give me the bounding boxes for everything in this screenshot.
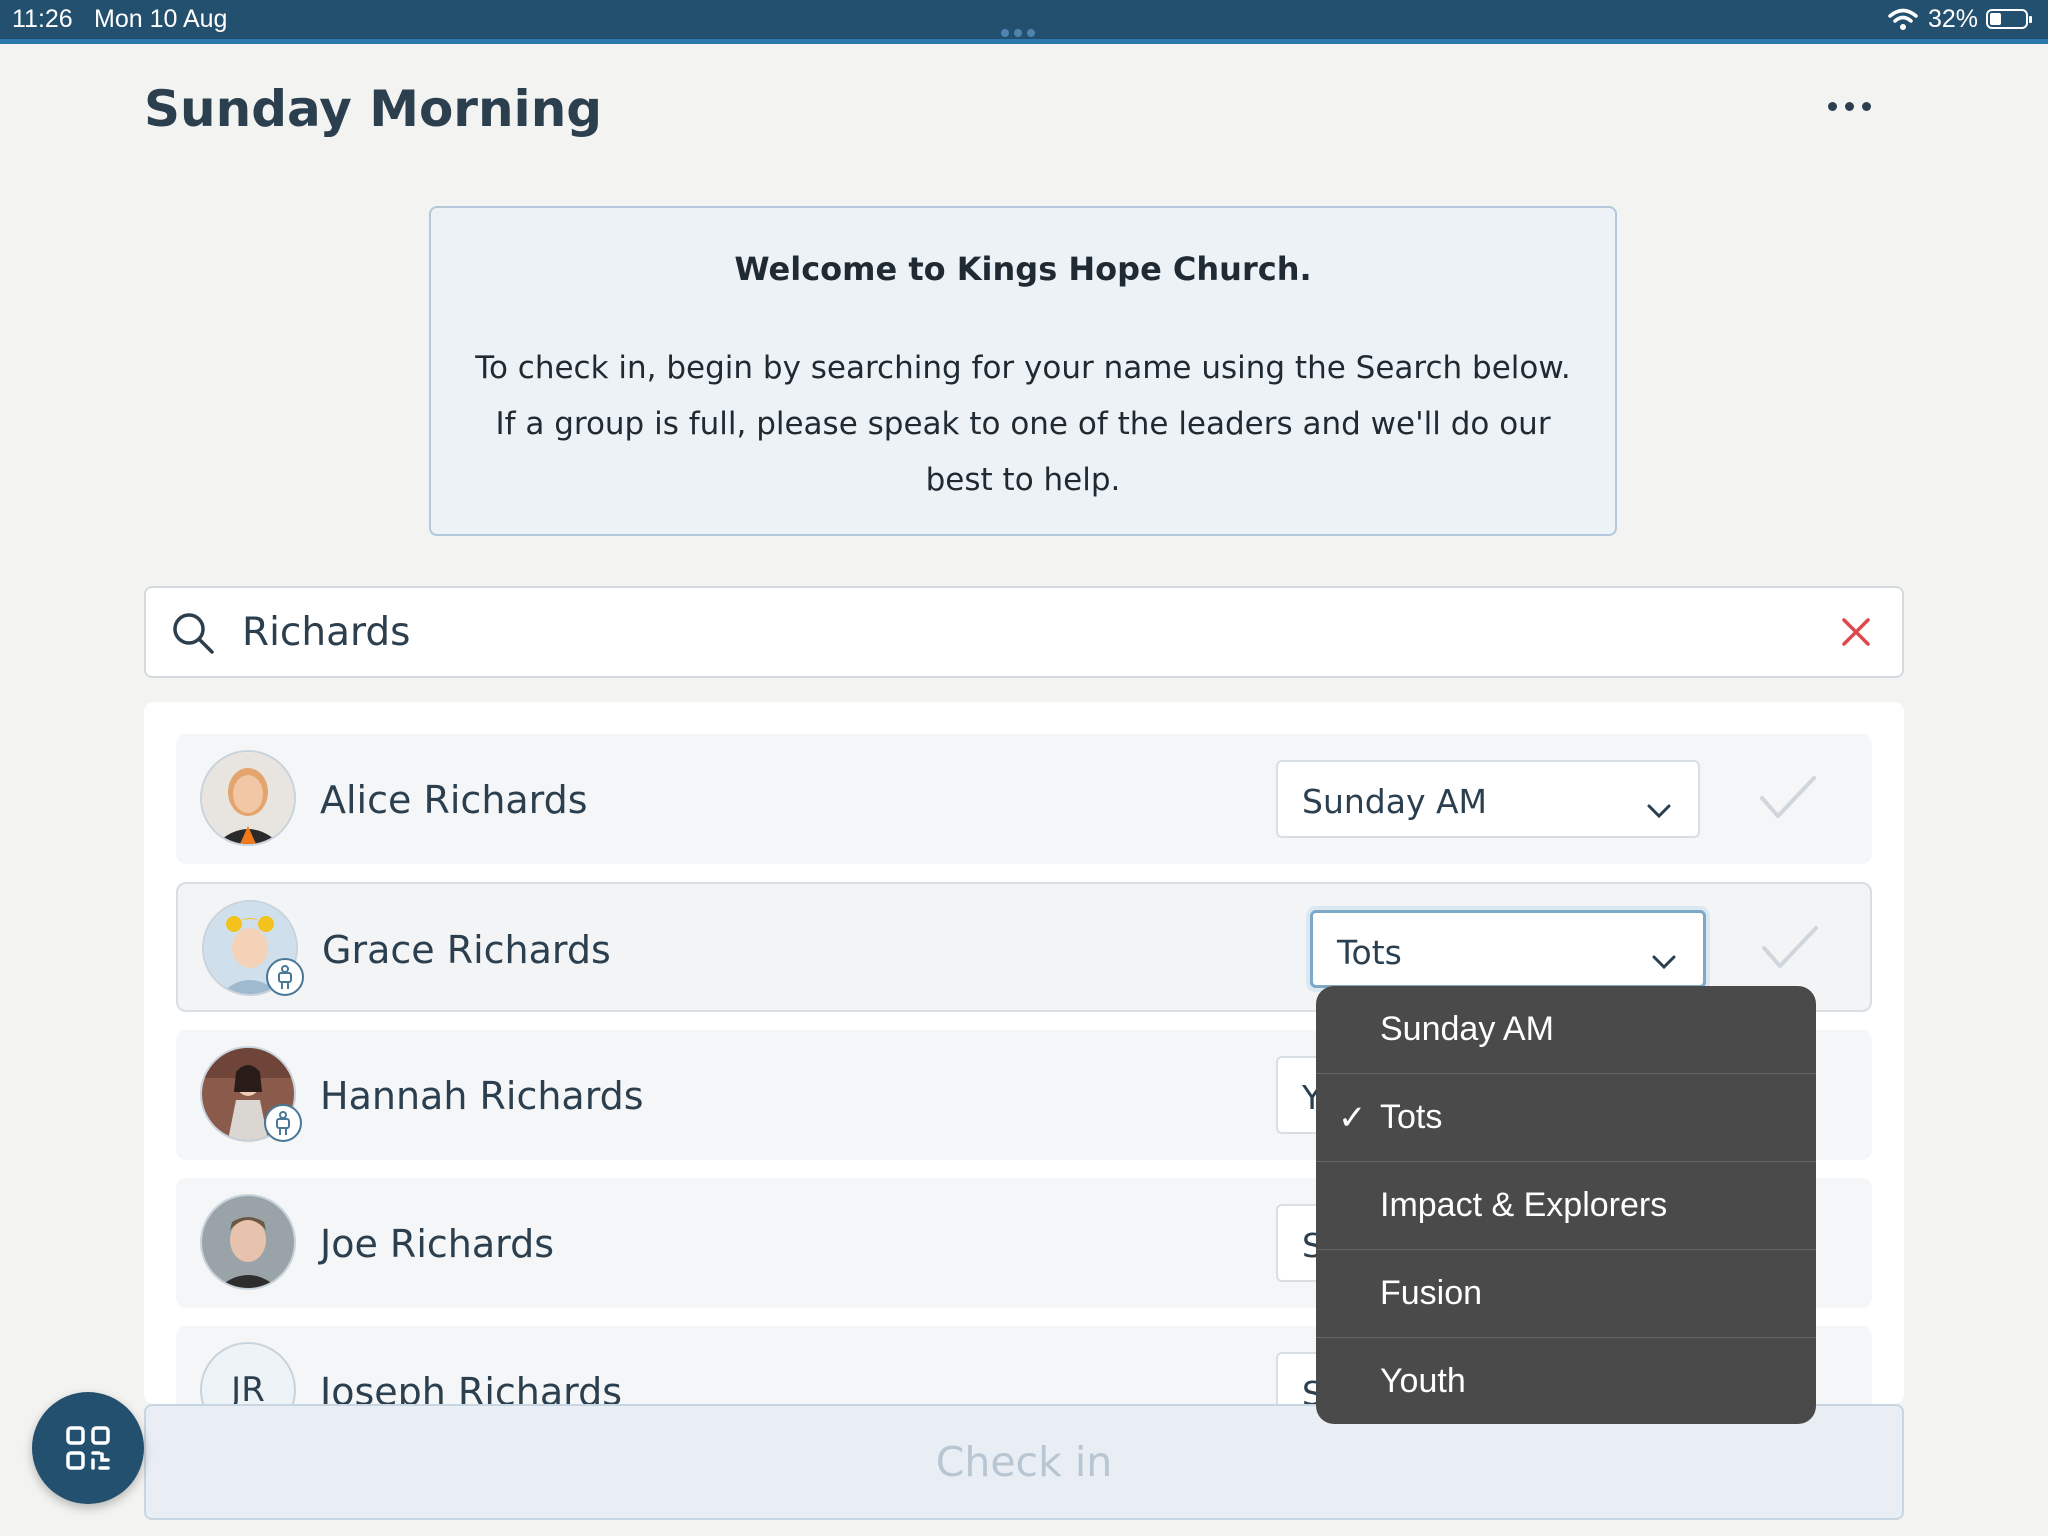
check-in-toggle[interactable] bbox=[1760, 922, 1820, 976]
group-select[interactable]: Sunday AM bbox=[1276, 760, 1700, 838]
dropdown-option-label: Youth bbox=[1380, 1362, 1466, 1400]
check-icon: ✓ bbox=[1338, 1099, 1367, 1137]
check-in-toggle[interactable] bbox=[1758, 772, 1818, 826]
person-name: Joseph Richards bbox=[320, 1370, 623, 1404]
close-icon bbox=[1842, 618, 1870, 646]
dropdown-option[interactable]: Sunday AM bbox=[1316, 986, 1816, 1074]
person-name: Grace Richards bbox=[322, 928, 611, 972]
wifi-icon bbox=[1888, 8, 1918, 37]
list-item[interactable]: Alice Richards Sunday AM bbox=[176, 734, 1872, 864]
search-icon bbox=[170, 610, 216, 660]
chevron-down-icon bbox=[1651, 939, 1677, 978]
dropdown-option-label: Fusion bbox=[1380, 1274, 1483, 1312]
chevron-down-icon bbox=[1646, 788, 1672, 827]
avatar bbox=[200, 1194, 296, 1290]
child-icon bbox=[264, 1104, 302, 1142]
welcome-card: Welcome to Kings Hope Church. To check i… bbox=[429, 206, 1617, 536]
dropdown-option-selected[interactable]: ✓ Tots bbox=[1316, 1074, 1816, 1162]
group-select[interactable]: Tots bbox=[1310, 910, 1706, 988]
more-horizontal-icon bbox=[1828, 102, 1837, 111]
child-icon bbox=[266, 958, 304, 996]
status-accent-line bbox=[0, 39, 2048, 44]
status-time: 11:26 bbox=[12, 5, 73, 33]
page-title: Sunday Morning bbox=[144, 80, 603, 138]
person-name: Joe Richards bbox=[320, 1222, 555, 1266]
checkmark-icon bbox=[1760, 776, 1816, 818]
dropdown-option[interactable]: Impact & Explorers bbox=[1316, 1162, 1816, 1250]
dropdown-option-label: Sunday AM bbox=[1380, 1010, 1554, 1048]
qr-scan-button[interactable] bbox=[32, 1392, 144, 1504]
status-bar: 11:26 Mon 10 Aug 32% bbox=[0, 0, 2048, 44]
group-select-value: Tots bbox=[1337, 933, 1402, 972]
dropdown-option[interactable]: Youth bbox=[1316, 1338, 1816, 1424]
avatar-initials: JR bbox=[231, 1370, 265, 1404]
status-date: Mon 10 Aug bbox=[94, 5, 228, 33]
avatar: JR bbox=[200, 1342, 296, 1404]
dropdown-option[interactable]: Fusion bbox=[1316, 1250, 1816, 1338]
search-input[interactable] bbox=[242, 606, 1742, 658]
group-dropdown-menu: Sunday AM ✓ Tots Impact & Explorers Fusi… bbox=[1316, 986, 1816, 1424]
group-select-value: Sunday AM bbox=[1302, 782, 1488, 821]
qr-code-icon bbox=[66, 1426, 110, 1470]
avatar bbox=[200, 750, 296, 846]
person-name: Alice Richards bbox=[320, 778, 588, 822]
search-bar[interactable] bbox=[144, 586, 1904, 678]
avatar bbox=[200, 1046, 302, 1142]
battery-icon bbox=[1986, 9, 2032, 29]
dropdown-option-label: Tots bbox=[1380, 1098, 1443, 1136]
battery-percent: 32% bbox=[1928, 5, 1979, 33]
checkmark-icon bbox=[1762, 926, 1818, 968]
welcome-title: Welcome to Kings Hope Church. bbox=[734, 250, 1312, 288]
more-options-button[interactable] bbox=[1828, 96, 1888, 124]
welcome-body: To check in, begin by searching for your… bbox=[475, 350, 1571, 498]
clear-search-button[interactable] bbox=[1836, 612, 1876, 656]
dropdown-option-label: Impact & Explorers bbox=[1380, 1186, 1668, 1224]
person-name: Hannah Richards bbox=[320, 1074, 644, 1118]
avatar bbox=[202, 900, 304, 996]
